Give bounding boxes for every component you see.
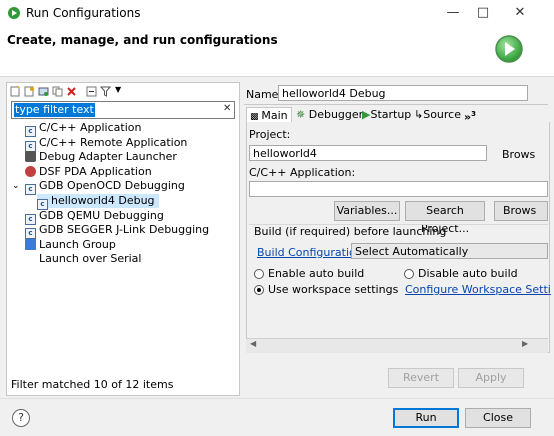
build-configuration-select[interactable]: Select Automatically [351,243,548,259]
tree-item-label: DSF PDA Application [39,165,152,178]
tree-item[interactable]: c GDB OpenOCD Debugging [25,179,185,195]
run-configurations-icon [8,7,20,19]
tree-item[interactable]: Debug Adapter Launcher [25,150,177,164]
tree-item[interactable]: DSF PDA Application [25,165,152,179]
debugger-tab-icon: ✵ [296,108,309,121]
debug-adapter-icon [25,151,36,162]
export-config-icon[interactable] [38,86,49,97]
overflow-count: 3 [471,110,476,118]
tree-item-label: GDB OpenOCD Debugging [39,179,185,192]
tab-label: Debugger [308,108,364,121]
new-prototype-icon[interactable] [24,86,35,97]
filter-input[interactable]: type filter text ✕ [11,101,235,119]
main-tab-icon: ▩ [250,112,262,122]
tree-item-label: C/C++ Application [39,121,142,134]
tab-source[interactable]: ↳Source [414,107,461,122]
tree-item-label: helloworld4 Debug [51,194,155,207]
header-title: Create, manage, and run configurations [7,33,278,47]
variables-button[interactable]: Variables... [334,201,400,221]
view-menu-chevron-down-icon[interactable]: ▼ [115,85,121,94]
tab-label: Startup [370,108,412,121]
launch-group-icon [25,239,36,250]
build-group-label: Build (if required) before launching [254,225,447,238]
scroll-left-icon[interactable]: ◀ [250,339,256,348]
run-icon [495,35,523,63]
search-project-button[interactable]: Search Project... [405,201,485,235]
tree-item[interactable]: c GDB QEMU Debugging [25,209,164,225]
configure-workspace-link[interactable]: Configure Workspace Setti [405,283,551,296]
window-title: Run Configurations [26,6,141,20]
close-button[interactable]: Close [465,408,531,428]
tree-item-label: Launch over Serial [39,252,142,265]
clear-filter-icon[interactable]: ✕ [223,103,231,114]
pda-icon [25,166,36,177]
tab-main[interactable]: ▩ Main [246,107,292,123]
radio-icon [404,269,414,279]
tab-debugger[interactable]: ✵ Debugger [296,107,363,122]
enable-auto-build-radio[interactable]: Enable auto build [254,267,364,280]
tree-item[interactable]: c GDB SEGGER J-Link Debugging [25,223,210,239]
apply-button[interactable]: Apply [458,368,524,388]
tree-item-label: C/C++ Remote Application [39,136,188,149]
filter-text: type filter text [14,103,95,117]
tab-overflow[interactable]: »3 [464,107,476,124]
tree-item-label: Launch Group [39,238,116,251]
duplicate-config-icon[interactable] [52,86,63,97]
project-field[interactable]: helloworld4 [249,145,487,161]
c-config-icon: c [25,184,36,195]
new-config-icon[interactable] [10,86,21,97]
tab-divider [244,104,548,105]
use-workspace-settings-radio[interactable]: Use workspace settings [254,283,398,296]
close-window-button[interactable]: ✕ [505,2,535,24]
horizontal-scrollbar[interactable]: ◀ ▶ [246,338,548,353]
name-field[interactable]: helloworld4 Debug [278,85,528,101]
radio-label: Disable auto build [418,267,518,280]
tree-item[interactable]: c C/C++ Application [25,121,142,137]
browse-application-button[interactable]: Brows [494,201,548,221]
source-tab-icon: ↳ [414,108,424,121]
name-label: Name: [246,88,283,101]
disable-auto-build-radio[interactable]: Disable auto build [404,267,518,280]
expand-chevron-icon[interactable]: ⌄ [12,179,20,193]
tree-item[interactable]: c C/C++ Remote Application [25,136,188,152]
minimize-button[interactable]: — [438,2,468,24]
radio-label: Enable auto build [268,267,365,280]
radio-label: Use workspace settings [268,283,399,296]
application-label: C/C++ Application: [249,166,356,179]
application-field[interactable] [249,181,548,197]
help-icon[interactable]: ? [12,409,30,427]
tab-label: Source [423,108,461,121]
delete-config-icon[interactable] [66,86,77,97]
tree-item-label: Debug Adapter Launcher [39,150,177,163]
filter-status: Filter matched 10 of 12 items [11,378,174,391]
collapse-all-icon[interactable] [86,86,97,97]
tab-startup[interactable]: ▶Startup [362,107,411,122]
configuration-editor: Name: helloworld4 Debug ▩ Main ✵ Debugge… [242,82,551,394]
footer-divider [0,398,554,399]
run-button[interactable]: Run [393,408,459,428]
browse-project-button[interactable]: Brows [502,148,535,161]
maximize-button[interactable]: □ [468,2,498,24]
build-configuration-link[interactable]: Build Configuration: [257,246,366,259]
radio-icon [254,269,264,279]
tree-item[interactable]: Launch Group [25,238,116,252]
tab-label: Main [261,109,288,122]
tree-item-label: GDB SEGGER J-Link Debugging [39,223,210,236]
tree-item-label: GDB QEMU Debugging [39,209,164,222]
scroll-right-icon[interactable]: ▶ [522,339,528,348]
project-label: Project: [249,128,291,141]
configuration-list-panel: ▼ type filter text ✕ c C/C++ Application … [6,82,240,396]
tree-item-selected[interactable]: c helloworld4 Debug [37,194,159,210]
filter-icon[interactable] [100,86,111,97]
tree-item[interactable]: Launch over Serial [39,252,141,266]
revert-button[interactable]: Revert [388,368,454,388]
radio-selected-icon [254,285,264,295]
